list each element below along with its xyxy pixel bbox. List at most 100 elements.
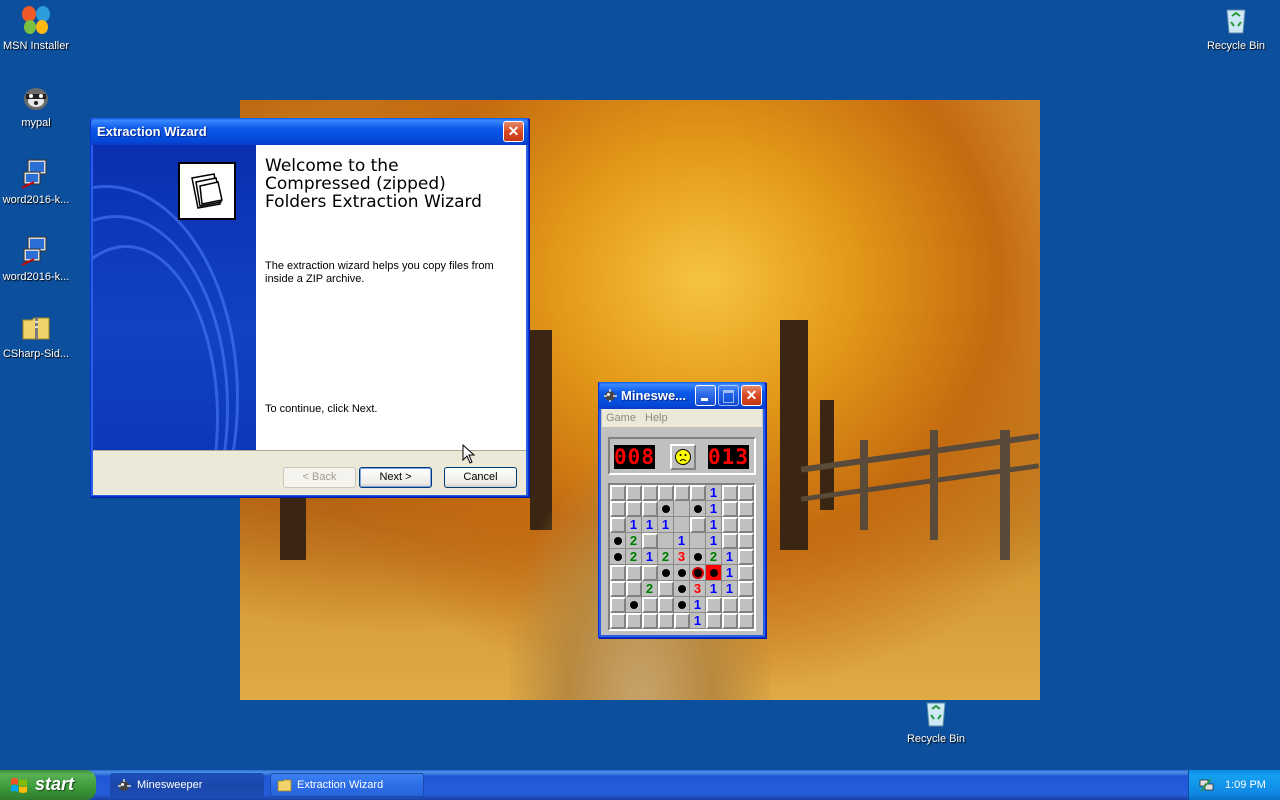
mine-cell-hidden[interactable]: [738, 613, 754, 629]
mine-cell-hidden[interactable]: [642, 613, 658, 629]
mine-cell-number[interactable]: 1: [642, 549, 658, 565]
mine-cell-hidden[interactable]: [642, 485, 658, 501]
desktop-icon-msn-installer[interactable]: MSN Installer: [0, 4, 74, 52]
mine-cell-hidden[interactable]: [722, 485, 738, 501]
mine-cell-hidden[interactable]: [722, 597, 738, 613]
mine-cell-number[interactable]: 1: [658, 517, 674, 533]
mine-cell-empty[interactable]: [674, 517, 690, 533]
wizard-close-button[interactable]: ✕: [503, 121, 524, 142]
next-button[interactable]: Next >: [359, 467, 432, 488]
mine-cell-number[interactable]: 1: [722, 581, 738, 597]
mine-cell-hidden[interactable]: [610, 613, 626, 629]
mine-cell-hidden[interactable]: [706, 613, 722, 629]
mine-cell-mine[interactable]: [626, 597, 642, 613]
mine-cell-hidden[interactable]: [738, 597, 754, 613]
mine-cell-mine[interactable]: [674, 597, 690, 613]
taskbar-item-extraction-wizard[interactable]: Extraction Wizard: [270, 773, 424, 797]
mine-cell-hidden[interactable]: [722, 613, 738, 629]
mine-cell-exploded[interactable]: [706, 565, 722, 581]
mine-cell-empty[interactable]: [658, 533, 674, 549]
mine-cell-hidden[interactable]: [738, 533, 754, 549]
mine-cell-hidden[interactable]: [626, 501, 642, 517]
mine-cell-number[interactable]: 1: [706, 533, 722, 549]
mine-cell-hidden[interactable]: [610, 485, 626, 501]
mine-cell-hidden[interactable]: [738, 517, 754, 533]
mine-cell-hidden[interactable]: [738, 485, 754, 501]
wizard-titlebar[interactable]: Extraction Wizard ✕: [91, 118, 528, 145]
mine-cell-hidden[interactable]: [738, 565, 754, 581]
mine-cell-hidden[interactable]: [658, 485, 674, 501]
desktop-icon-recycle-bin-topright[interactable]: Recycle Bin: [1198, 4, 1274, 52]
mine-cell-hidden[interactable]: [738, 581, 754, 597]
menu-game[interactable]: Game: [606, 412, 636, 424]
mine-cell-number[interactable]: 1: [706, 485, 722, 501]
mine-cell-hidden[interactable]: [626, 565, 642, 581]
minefield-grid[interactable]: 1111112112123211231111: [608, 483, 756, 631]
start-button[interactable]: start: [0, 770, 96, 800]
mine-cell-hidden[interactable]: [610, 565, 626, 581]
mine-cell-hidden[interactable]: [642, 565, 658, 581]
menu-help[interactable]: Help: [645, 412, 668, 424]
mine-cell-hidden[interactable]: [642, 501, 658, 517]
mine-cell-hidden[interactable]: [626, 485, 642, 501]
mine-cell-hidden[interactable]: [722, 517, 738, 533]
mine-cell-mine[interactable]: [610, 549, 626, 565]
mine-cell-mine[interactable]: [610, 533, 626, 549]
mine-cell-hidden[interactable]: [658, 597, 674, 613]
mine-cell-number[interactable]: 1: [706, 517, 722, 533]
minimize-button[interactable]: [695, 385, 716, 406]
mine-cell-hidden[interactable]: [722, 501, 738, 517]
mine-cell-number[interactable]: 3: [690, 581, 706, 597]
mine-cell-mine[interactable]: [690, 549, 706, 565]
mine-cell-hidden[interactable]: [674, 485, 690, 501]
mine-cell-empty[interactable]: [690, 533, 706, 549]
mine-cell-hidden[interactable]: [690, 517, 706, 533]
desktop-icon-recycle-bin[interactable]: Recycle Bin: [898, 697, 974, 745]
mine-cell-hidden[interactable]: [610, 597, 626, 613]
clock[interactable]: 1:09 PM: [1225, 779, 1266, 791]
mine-cell-number[interactable]: 1: [722, 549, 738, 565]
mine-cell-number[interactable]: 1: [690, 597, 706, 613]
mine-cell-number[interactable]: 2: [626, 549, 642, 565]
mine-cell-hidden[interactable]: [658, 581, 674, 597]
minesweeper-close-button[interactable]: ✕: [741, 385, 762, 406]
mine-cell-mine[interactable]: [658, 565, 674, 581]
mine-cell-number[interactable]: 1: [722, 565, 738, 581]
desktop-icon-word2016-1[interactable]: word2016-k...: [0, 158, 74, 206]
mine-cell-number[interactable]: 1: [706, 501, 722, 517]
mine-cell-hidden[interactable]: [626, 613, 642, 629]
mine-cell-empty[interactable]: [674, 501, 690, 517]
mine-cell-mine[interactable]: [690, 565, 706, 581]
smiley-reset-button[interactable]: [670, 444, 696, 470]
mine-cell-hidden[interactable]: [722, 533, 738, 549]
mine-cell-mine[interactable]: [674, 565, 690, 581]
mine-cell-number[interactable]: 2: [658, 549, 674, 565]
mine-cell-hidden[interactable]: [706, 597, 722, 613]
mine-cell-hidden[interactable]: [626, 581, 642, 597]
mine-cell-hidden[interactable]: [610, 501, 626, 517]
desktop-icon-csharp-sid[interactable]: CSharp-Sid...: [0, 312, 74, 360]
mine-cell-hidden[interactable]: [642, 597, 658, 613]
minesweeper-titlebar[interactable]: Mineswe... ✕: [599, 382, 765, 409]
mine-cell-hidden[interactable]: [642, 533, 658, 549]
mine-cell-hidden[interactable]: [738, 501, 754, 517]
mine-cell-number[interactable]: 2: [642, 581, 658, 597]
mine-cell-hidden[interactable]: [674, 613, 690, 629]
mine-cell-hidden[interactable]: [658, 613, 674, 629]
mine-cell-number[interactable]: 1: [706, 581, 722, 597]
desktop-icon-mypal[interactable]: mypal: [0, 81, 74, 129]
network-tray-icon[interactable]: [1199, 777, 1215, 796]
mine-cell-hidden[interactable]: [690, 485, 706, 501]
mine-cell-number[interactable]: 1: [642, 517, 658, 533]
mine-cell-hidden[interactable]: [738, 549, 754, 565]
taskbar-item-minesweeper[interactable]: Minesweeper: [110, 773, 264, 797]
mine-cell-number[interactable]: 2: [706, 549, 722, 565]
desktop-icon-word2016-2[interactable]: word2016-k...: [0, 235, 74, 283]
back-button[interactable]: < Back: [283, 467, 356, 488]
mine-cell-mine[interactable]: [674, 581, 690, 597]
cancel-button[interactable]: Cancel: [444, 467, 517, 488]
mine-cell-mine[interactable]: [658, 501, 674, 517]
mine-cell-number[interactable]: 1: [674, 533, 690, 549]
mine-cell-number[interactable]: 3: [674, 549, 690, 565]
mine-cell-number[interactable]: 1: [626, 517, 642, 533]
